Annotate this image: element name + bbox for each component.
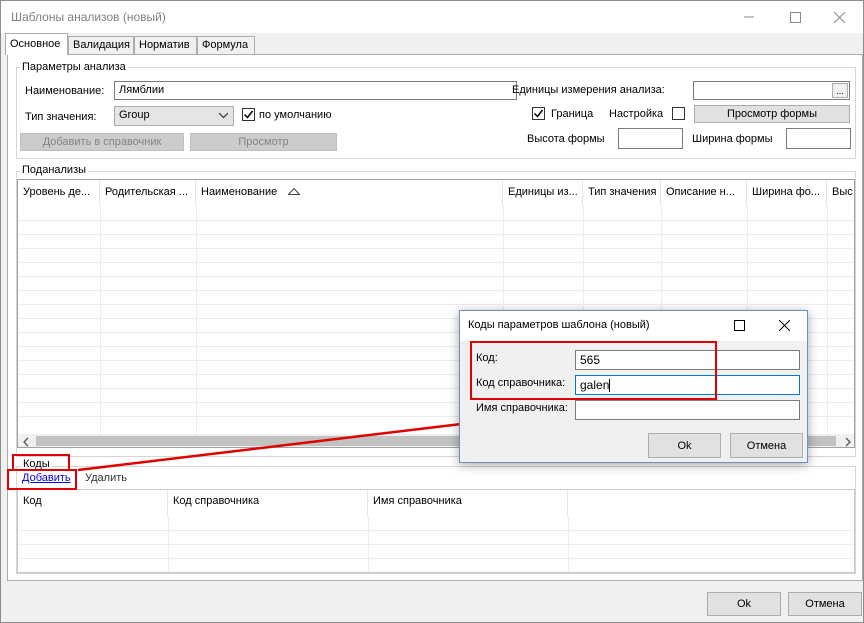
grid-row-line <box>18 558 854 559</box>
units-label: Единицы измерения анализа: <box>512 84 665 96</box>
chevron-down-icon <box>218 110 229 122</box>
default-label: по умолчанию <box>259 109 332 121</box>
column-header-label: Наименование <box>201 186 278 198</box>
column-header[interactable]: Ширина фо... <box>747 180 827 206</box>
minimize-icon[interactable] <box>726 1 772 33</box>
dialog-dir-name-label: Имя справочника: <box>476 402 568 414</box>
sort-ascending-icon <box>287 186 301 198</box>
border-label: Граница <box>551 108 594 120</box>
add-to-directory-button[interactable]: Добавить в справочник <box>20 133 184 151</box>
grid-column-divider <box>827 206 828 434</box>
setting-label: Настройка <box>609 108 664 120</box>
units-input[interactable] <box>693 81 850 100</box>
form-height-label: Высота формы <box>527 133 605 145</box>
value-type-select[interactable]: Group <box>114 106 234 126</box>
grid-row-line <box>18 304 854 305</box>
default-checkbox[interactable] <box>242 108 255 121</box>
cancel-button[interactable]: Отмена <box>788 592 862 616</box>
grid-row-line <box>18 544 854 545</box>
annotation-box-add <box>7 469 77 490</box>
annotation-box-dialog-fields <box>470 341 717 400</box>
preview-form-button[interactable]: Просмотр формы <box>694 105 850 123</box>
grid-row-line <box>18 530 854 531</box>
units-browse-button[interactable]: ... <box>832 83 848 98</box>
codes-grid[interactable]: Код Код справочника Имя справочника <box>17 489 855 573</box>
grid-row-line <box>18 262 854 263</box>
checkmark-icon <box>243 110 254 119</box>
column-header[interactable]: Выс <box>827 180 854 206</box>
grid-row-line <box>18 234 854 235</box>
column-header[interactable]: Единицы из... <box>503 180 583 206</box>
analysis-params-legend: Параметры анализа <box>20 61 128 73</box>
title-bar[interactable]: Шаблоны анализов (новый) <box>1 1 863 33</box>
grid-column-divider <box>196 206 197 434</box>
column-header[interactable]: Тип значения <box>583 180 661 206</box>
dialog-dir-name-input[interactable] <box>575 400 800 420</box>
grid-row-line <box>18 248 854 249</box>
column-header[interactable]: Код <box>18 490 168 516</box>
value-type-selected: Group <box>119 109 150 121</box>
setting-checkbox[interactable] <box>672 107 685 120</box>
close-icon[interactable] <box>816 1 862 33</box>
column-header[interactable]: Уровень де... <box>18 180 100 206</box>
column-header[interactable]: Родительская ... <box>100 180 196 206</box>
template-codes-dialog: Коды параметров шаблона (новый) Код: 565… <box>459 310 808 463</box>
grid-row-line <box>18 290 854 291</box>
tab-validation[interactable]: Валидация <box>68 36 134 54</box>
dialog-ok-button[interactable]: Ok <box>648 433 721 458</box>
delete-code-link[interactable]: Удалить <box>85 472 127 484</box>
dialog-title-bar[interactable]: Коды параметров шаблона (новый) <box>460 311 807 341</box>
window-title: Шаблоны анализов (новый) <box>11 10 166 24</box>
form-height-input[interactable] <box>618 128 683 149</box>
tab-formula[interactable]: Формула <box>197 36 255 54</box>
column-header[interactable]: Описание н... <box>661 180 747 206</box>
preview-button[interactable]: Просмотр <box>190 133 337 151</box>
checkmark-icon <box>533 109 544 118</box>
tab-main[interactable]: Основное <box>5 33 68 55</box>
dialog-cancel-button[interactable]: Отмена <box>730 433 803 458</box>
border-checkbox[interactable] <box>532 107 545 120</box>
subanalyses-legend: Поданализы <box>20 164 89 176</box>
grid-row-line <box>18 220 854 221</box>
name-input[interactable]: Лямблии <box>114 81 517 100</box>
chevron-right-icon[interactable] <box>844 436 852 447</box>
column-header[interactable]: Код справочника <box>168 490 368 516</box>
grid-column-divider <box>100 206 101 434</box>
close-icon[interactable] <box>761 310 807 340</box>
grid-row-line <box>18 276 854 277</box>
column-header[interactable]: Имя справочника <box>368 490 568 516</box>
value-type-label: Тип значения: <box>25 111 97 123</box>
name-label: Наименование: <box>25 85 105 97</box>
chevron-left-icon[interactable] <box>22 436 30 447</box>
form-width-label: Ширина формы <box>692 133 773 145</box>
dialog-title: Коды параметров шаблона (новый) <box>468 319 650 331</box>
tab-normative[interactable]: Норматив <box>134 36 197 54</box>
maximize-icon[interactable] <box>772 1 818 33</box>
maximize-icon[interactable] <box>716 310 762 340</box>
ok-button[interactable]: Ok <box>707 592 781 616</box>
form-width-input[interactable] <box>786 128 851 149</box>
column-header[interactable]: Наименование <box>196 180 503 206</box>
